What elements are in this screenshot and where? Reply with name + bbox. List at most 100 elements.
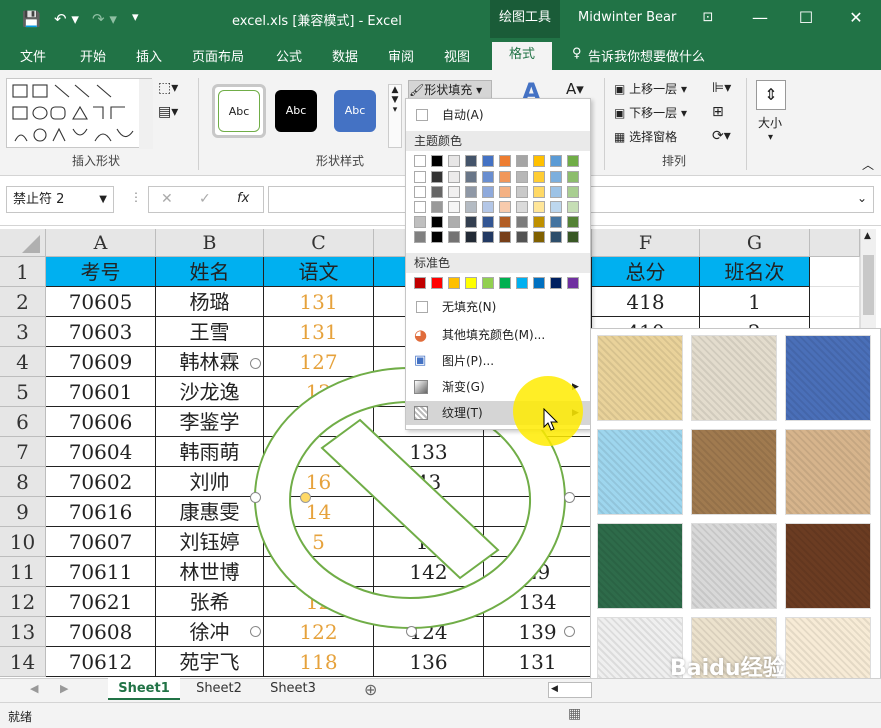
rotate-icon[interactable]: ⟳▾ bbox=[712, 128, 731, 144]
resize-handle[interactable] bbox=[564, 492, 575, 503]
row-header[interactable]: 5 bbox=[0, 377, 46, 407]
menu-item-picture[interactable]: ▣ 图片(P)... bbox=[406, 349, 590, 373]
theme-color-swatch[interactable] bbox=[465, 171, 477, 183]
resize-handle[interactable] bbox=[250, 626, 261, 637]
theme-color-swatch[interactable] bbox=[465, 186, 477, 198]
text-outline-icon[interactable]: A▾ bbox=[566, 80, 584, 98]
tab-format[interactable]: 格式 bbox=[492, 42, 552, 70]
theme-color-swatch[interactable] bbox=[567, 216, 579, 228]
theme-color-swatch[interactable] bbox=[448, 231, 460, 243]
theme-color-swatch[interactable] bbox=[482, 201, 494, 213]
row-header[interactable]: 1 bbox=[0, 257, 46, 287]
row-header[interactable]: 10 bbox=[0, 527, 46, 557]
theme-color-swatch[interactable] bbox=[516, 186, 528, 198]
theme-color-swatch[interactable] bbox=[414, 155, 426, 167]
theme-color-swatch[interactable] bbox=[414, 186, 426, 198]
minimize-button[interactable]: — bbox=[748, 6, 772, 30]
resize-handle[interactable] bbox=[250, 492, 261, 503]
theme-color-swatch[interactable] bbox=[533, 216, 545, 228]
table-cell[interactable]: 1 bbox=[700, 287, 810, 317]
table-cell[interactable]: 136 bbox=[374, 647, 484, 677]
theme-color-swatch[interactable] bbox=[516, 155, 528, 167]
undo-icon[interactable]: ↶ ▾ bbox=[54, 10, 79, 28]
style-swatch-black[interactable]: Abc bbox=[275, 90, 317, 132]
ribbon-display-icon[interactable]: ⊡ bbox=[696, 6, 720, 30]
texture-swatch[interactable] bbox=[691, 429, 777, 515]
theme-color-swatch[interactable] bbox=[533, 171, 545, 183]
tab-formulas[interactable]: 公式 bbox=[276, 46, 302, 65]
theme-color-swatch[interactable] bbox=[533, 155, 545, 167]
standard-color-swatch[interactable] bbox=[448, 277, 460, 289]
theme-color-swatch[interactable] bbox=[567, 155, 579, 167]
theme-color-swatch[interactable] bbox=[567, 231, 579, 243]
next-sheet-icon[interactable]: ▶ bbox=[60, 682, 68, 695]
row-header[interactable]: 11 bbox=[0, 557, 46, 587]
table-cell[interactable]: 苑宇飞 bbox=[156, 647, 264, 677]
formula-bar-grip-icon[interactable]: ⋮ bbox=[130, 190, 142, 204]
table-cell[interactable]: 70604 bbox=[46, 437, 156, 467]
group-icon[interactable]: ⊞ bbox=[712, 104, 724, 120]
selection-pane-button[interactable]: ▦ 选择窗格 bbox=[614, 128, 677, 145]
empty-cell[interactable] bbox=[810, 257, 860, 287]
theme-color-swatch[interactable] bbox=[448, 171, 460, 183]
theme-color-swatch[interactable] bbox=[414, 216, 426, 228]
texture-swatch[interactable] bbox=[597, 335, 683, 421]
theme-color-swatch[interactable] bbox=[482, 155, 494, 167]
table-header-cell[interactable]: 姓名 bbox=[156, 257, 264, 287]
theme-color-swatch[interactable] bbox=[431, 155, 443, 167]
texture-swatch[interactable] bbox=[785, 429, 871, 515]
table-cell[interactable]: 70602 bbox=[46, 467, 156, 497]
row-header[interactable]: 13 bbox=[0, 617, 46, 647]
table-cell[interactable]: 刘钰婷 bbox=[156, 527, 264, 557]
theme-color-swatch[interactable] bbox=[465, 155, 477, 167]
theme-color-swatch[interactable] bbox=[550, 155, 562, 167]
standard-color-swatch[interactable] bbox=[499, 277, 511, 289]
theme-color-swatch[interactable] bbox=[431, 216, 443, 228]
table-cell[interactable]: 70608 bbox=[46, 617, 156, 647]
table-cell[interactable]: 418 bbox=[592, 287, 700, 317]
theme-color-swatch[interactable] bbox=[431, 186, 443, 198]
tab-file[interactable]: 文件 bbox=[20, 46, 46, 65]
theme-color-swatch[interactable] bbox=[567, 201, 579, 213]
column-header[interactable]: B bbox=[156, 229, 264, 257]
theme-color-swatch[interactable] bbox=[431, 201, 443, 213]
table-cell[interactable]: 70606 bbox=[46, 407, 156, 437]
table-cell[interactable]: 杨璐 bbox=[156, 287, 264, 317]
theme-color-swatch[interactable] bbox=[550, 201, 562, 213]
texture-swatch[interactable] bbox=[785, 335, 871, 421]
scroll-left-icon[interactable]: ◀ bbox=[551, 684, 558, 694]
chevron-down-icon[interactable]: ▼ bbox=[99, 187, 107, 212]
table-cell[interactable]: 70612 bbox=[46, 647, 156, 677]
theme-color-swatch[interactable] bbox=[550, 231, 562, 243]
customize-qat-icon[interactable]: ▾ bbox=[132, 10, 139, 25]
table-cell[interactable]: 张希 bbox=[156, 587, 264, 617]
cancel-icon[interactable]: ✕ bbox=[161, 191, 173, 207]
theme-color-swatch[interactable] bbox=[516, 216, 528, 228]
table-cell[interactable]: 徐冲 bbox=[156, 617, 264, 647]
horizontal-scrollbar[interactable]: ◀ bbox=[548, 682, 592, 698]
style-swatch-blue[interactable]: Abc bbox=[334, 90, 376, 132]
theme-color-swatch[interactable] bbox=[448, 186, 460, 198]
column-header[interactable]: G bbox=[700, 229, 810, 257]
text-box-icon[interactable]: ▤▾ bbox=[158, 104, 178, 120]
theme-color-swatch[interactable] bbox=[414, 201, 426, 213]
theme-color-swatch[interactable] bbox=[448, 155, 460, 167]
table-cell[interactable]: 李鉴学 bbox=[156, 407, 264, 437]
theme-color-swatch[interactable] bbox=[499, 171, 511, 183]
theme-color-swatch[interactable] bbox=[414, 171, 426, 183]
scrollbar-thumb[interactable] bbox=[863, 255, 874, 315]
table-cell[interactable]: 韩林霖 bbox=[156, 347, 264, 377]
insert-function-icon[interactable]: fx bbox=[237, 191, 249, 206]
sheet-tab-sheet1[interactable]: Sheet1 bbox=[108, 678, 180, 700]
theme-color-swatch[interactable] bbox=[567, 186, 579, 198]
theme-color-swatch[interactable] bbox=[431, 171, 443, 183]
row-header[interactable]: 6 bbox=[0, 407, 46, 437]
prev-sheet-icon[interactable]: ◀ bbox=[30, 682, 38, 695]
menu-item-no-fill[interactable]: 无填充(N) bbox=[406, 295, 590, 319]
theme-color-swatch[interactable] bbox=[499, 155, 511, 167]
resize-handle[interactable] bbox=[564, 626, 575, 637]
expand-formula-icon[interactable]: ⌄ bbox=[857, 191, 867, 205]
table-cell[interactable]: 131 bbox=[264, 317, 374, 347]
style-gallery-scroll[interactable]: ▲ ▼ ▾ bbox=[388, 84, 402, 148]
table-cell[interactable]: 70611 bbox=[46, 557, 156, 587]
